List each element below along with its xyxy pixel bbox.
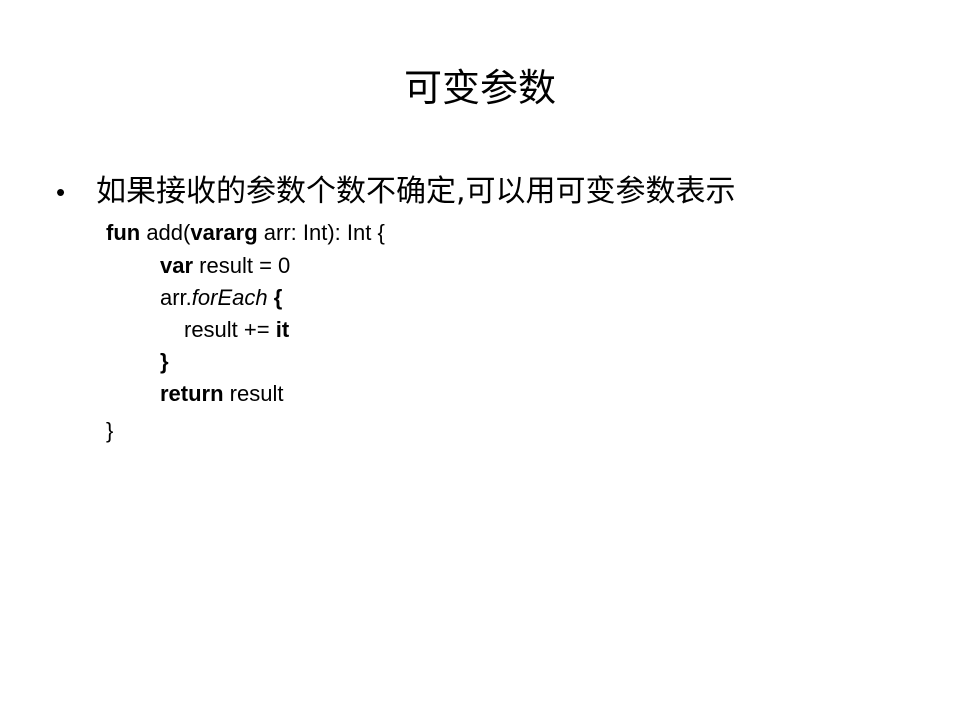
code-line-7: } <box>106 416 113 446</box>
bullet-text: 如果接收的参数个数不确定,可以用可变参数表示 <box>96 174 736 209</box>
slide-title: 可变参数 <box>403 66 556 110</box>
code-brace: { <box>267 285 283 310</box>
code-text: result <box>223 381 284 406</box>
code-text: add( <box>140 220 191 245</box>
method-foreach: forEach <box>191 285 268 310</box>
keyword-return: return <box>160 381 224 406</box>
keyword-vararg: vararg <box>190 220 258 245</box>
code-line-1: fun add(vararg arr: Int): Int { <box>106 218 385 248</box>
code-line-3: arr.forEach { <box>160 283 282 313</box>
code-line-6: return result <box>160 379 283 409</box>
code-text: arr: Int): Int { <box>257 220 385 245</box>
code-brace: } <box>160 349 169 374</box>
bullet-item: • 如果接收的参数个数不确定,可以用可变参数表示 <box>56 172 736 212</box>
keyword-var: var <box>160 253 194 278</box>
code-line-2: var result = 0 <box>160 251 290 281</box>
code-line-5: } <box>160 347 169 377</box>
code-text: result += <box>184 317 276 342</box>
code-line-4: result += it <box>184 315 289 345</box>
keyword-fun: fun <box>106 220 141 245</box>
code-text: result = 0 <box>193 253 291 278</box>
bullet-marker: • <box>56 177 66 207</box>
code-brace: } <box>106 418 114 443</box>
code-text: arr. <box>160 285 192 310</box>
keyword-it: it <box>275 317 290 342</box>
slide: 可变参数 • 如果接收的参数个数不确定,可以用可变参数表示 fun add(var… <box>0 0 960 720</box>
